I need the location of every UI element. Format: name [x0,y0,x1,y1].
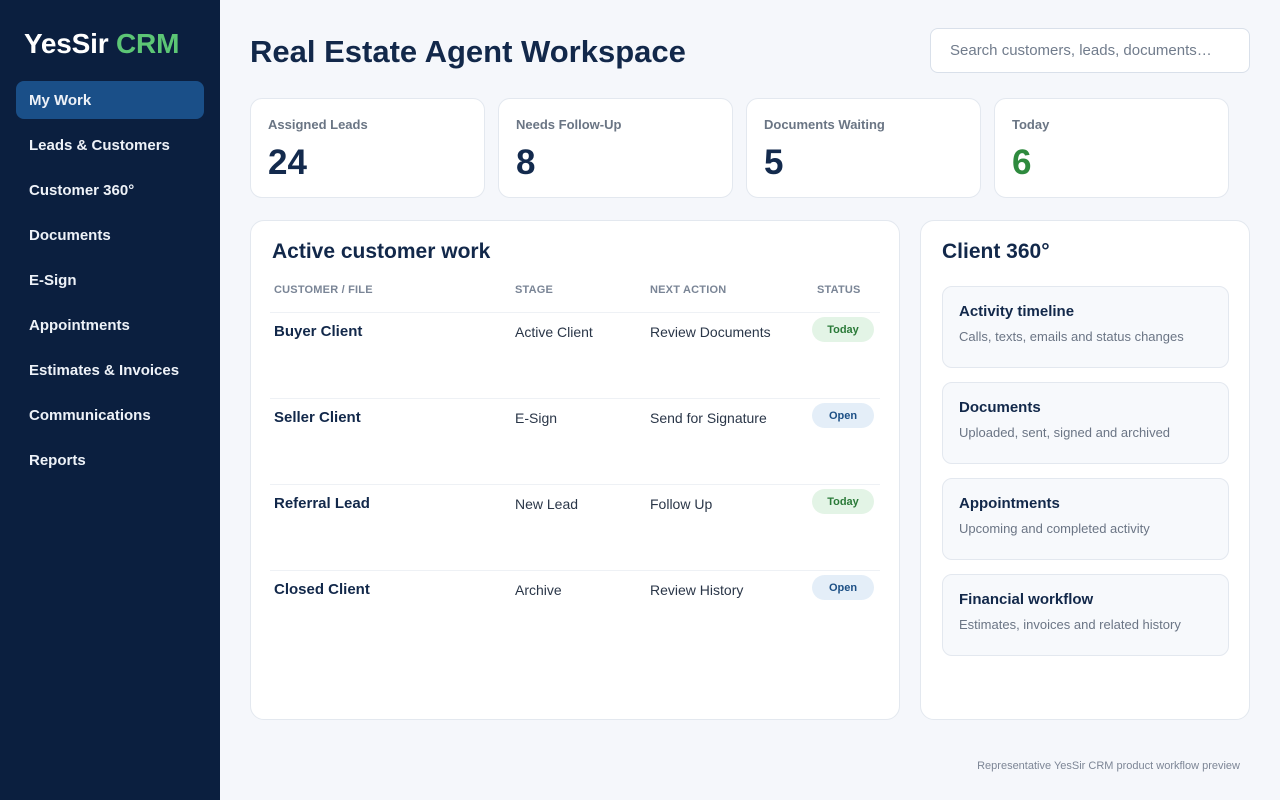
stat-label: Assigned Leads [268,117,368,132]
customer-name[interactable]: Seller Client [274,409,361,426]
stat-value: 8 [516,143,536,182]
module-description: Uploaded, sent, signed and archived [959,425,1171,440]
module-title: Appointments [959,495,1060,512]
stat-card-needs-follow-up: Needs Follow-Up 8 [498,98,733,198]
table-row[interactable]: Seller Client E-Sign Send for Signature … [270,398,880,484]
status-badge: Today [812,489,874,514]
module-title: Financial workflow [959,591,1094,608]
module-description: Calls, texts, emails and status changes [959,329,1184,344]
module-appointments[interactable]: Appointments Upcoming and completed acti… [942,478,1229,560]
stage-cell: E-Sign [515,410,558,426]
module-activity-timeline[interactable]: Activity timeline Calls, texts, emails a… [942,286,1229,368]
next-action-cell: Send for Signature [650,410,767,426]
column-header-stage: STAGE [515,284,554,296]
brand-accent: CRM [116,28,180,59]
module-documents[interactable]: Documents Uploaded, sent, signed and arc… [942,382,1229,464]
stat-label: Needs Follow-Up [516,117,622,132]
stat-card-documents-waiting: Documents Waiting 5 [746,98,981,198]
sidebar-item-appointments[interactable]: Appointments [16,306,204,344]
sidebar: YesSir CRM My Work Leads & Customers Cus… [0,0,220,800]
sidebar-item-customer-360[interactable]: Customer 360° [16,171,204,209]
table-row[interactable]: Buyer Client Active Client Review Docume… [270,312,880,398]
customer-name[interactable]: Closed Client [274,581,370,598]
stage-cell: Archive [515,582,562,598]
sidebar-item-e-sign[interactable]: E-Sign [16,261,204,299]
column-header-next-action: NEXT ACTION [650,284,727,296]
page-title: Real Estate Agent Workspace [250,34,686,69]
stat-label: Documents Waiting [764,117,885,132]
stat-value: 24 [268,143,307,182]
column-header-customer: CUSTOMER / FILE [274,284,373,296]
status-badge: Open [812,403,874,428]
stat-value: 6 [1012,143,1032,182]
status-badge: Open [812,575,874,600]
table-row[interactable]: Closed Client Archive Review History Ope… [270,570,880,656]
brand-name: YesSir [24,28,109,59]
module-financial-workflow[interactable]: Financial workflow Estimates, invoices a… [942,574,1229,656]
stage-cell: Active Client [515,324,593,340]
module-title: Documents [959,399,1041,416]
client-360-title: Client 360° [942,240,1050,263]
sidebar-item-documents[interactable]: Documents [16,216,204,254]
search-input[interactable] [930,28,1250,73]
customer-name[interactable]: Referral Lead [274,495,370,512]
column-header-status: STATUS [817,284,861,296]
stat-card-today: Today 6 [994,98,1229,198]
stage-cell: New Lead [515,496,579,512]
sidebar-item-communications[interactable]: Communications [16,396,204,434]
brand-logo[interactable]: YesSir CRM [24,28,179,60]
sidebar-item-leads-customers[interactable]: Leads & Customers [16,126,204,164]
status-badge: Today [812,317,874,342]
stat-card-assigned-leads: Assigned Leads 24 [250,98,485,198]
module-title: Activity timeline [959,303,1075,320]
module-description: Upcoming and completed activity [959,521,1150,536]
module-description: Estimates, invoices and related history [959,617,1181,632]
active-work-title: Active customer work [272,240,491,263]
customer-name[interactable]: Buyer Client [274,323,362,340]
sidebar-item-reports[interactable]: Reports [16,441,204,479]
stat-value: 5 [764,143,784,182]
table-row[interactable]: Referral Lead New Lead Follow Up Today [270,484,880,570]
next-action-cell: Follow Up [650,496,713,512]
client-360-card: Client 360° Activity timeline Calls, tex… [920,220,1250,720]
stat-label: Today [1012,117,1050,132]
sidebar-nav: My Work Leads & Customers Customer 360° … [16,81,204,486]
active-work-card: Active customer work CUSTOMER / FILE STA… [250,220,900,720]
next-action-cell: Review Documents [650,324,771,340]
footer-note: Representative YesSir CRM product workfl… [977,760,1240,772]
sidebar-item-estimates-invoices[interactable]: Estimates & Invoices [16,351,204,389]
next-action-cell: Review History [650,582,744,598]
sidebar-item-my-work[interactable]: My Work [16,81,204,119]
